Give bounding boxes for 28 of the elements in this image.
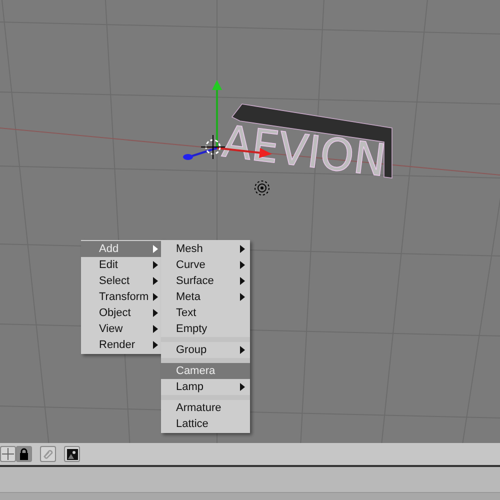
- empty-object-icon: [254, 180, 270, 196]
- menu-item[interactable]: Curve: [161, 257, 250, 273]
- image-icon: [66, 448, 78, 460]
- menu-item[interactable]: Group: [161, 342, 250, 358]
- menu-item[interactable]: Meta: [161, 289, 250, 305]
- menu-item[interactable]: View: [81, 321, 163, 337]
- render-button[interactable]: [64, 446, 80, 462]
- lock-icon: [19, 448, 29, 460]
- menu-item[interactable]: Lamp: [161, 379, 250, 395]
- menu-item[interactable]: Armature: [161, 400, 250, 416]
- menu-item[interactable]: Mesh: [161, 241, 250, 257]
- menu-item[interactable]: Text: [161, 305, 250, 321]
- menu-item[interactable]: Transform: [81, 289, 163, 305]
- grid-icon: [2, 448, 14, 460]
- menu-item[interactable]: Select: [81, 273, 163, 289]
- z-axis-arrow-icon: [183, 147, 218, 160]
- menu-item[interactable]: Lattice: [161, 416, 250, 432]
- lock-button[interactable]: [16, 446, 32, 462]
- menu-item[interactable]: Object: [81, 305, 163, 321]
- menu-item[interactable]: Add: [81, 241, 163, 257]
- menu-item[interactable]: Render: [81, 337, 163, 353]
- link-icon: [42, 448, 54, 460]
- menu-item[interactable]: Camera: [161, 363, 250, 379]
- menu-item[interactable]: Edit: [81, 257, 163, 273]
- y-axis-arrow-icon: [212, 80, 222, 148]
- menu-item[interactable]: Surface: [161, 273, 250, 289]
- layout-grid-button[interactable]: [0, 446, 16, 462]
- menu-item[interactable]: Empty: [161, 321, 250, 337]
